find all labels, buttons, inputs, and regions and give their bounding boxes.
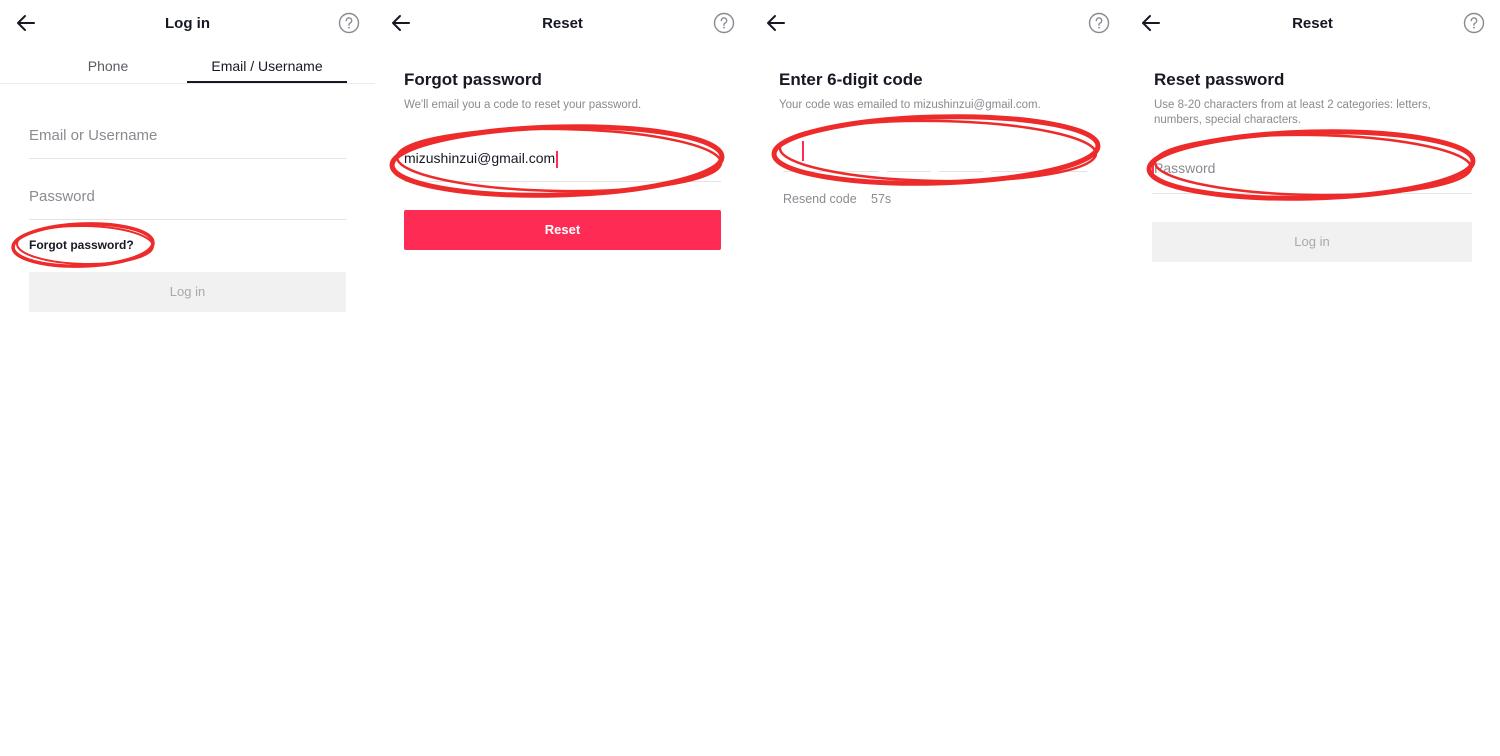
code-digit-5[interactable] [991,138,1035,172]
help-icon[interactable] [1463,12,1485,34]
login-method-tabs: Phone Email / Username [0,52,375,84]
code-digit-1[interactable] [783,138,827,172]
resend-code-link[interactable]: Resend code [783,192,857,206]
new-password-field[interactable]: Password [1152,152,1472,194]
back-arrow-icon[interactable] [764,11,788,35]
forgot-password-screen: Reset Forgot password We'll email you a … [375,0,750,756]
password-placeholder: Password [29,188,95,205]
top-bar: Log in [0,0,375,46]
tab-email-username[interactable]: Email / Username [187,58,347,74]
code-digit-6[interactable] [1043,138,1087,172]
password-placeholder: Password [1154,160,1216,176]
page-title: Reset [1292,15,1333,32]
email-value: mizushinzui@gmail.com [404,150,558,168]
active-tab-indicator [187,81,347,83]
code-digit-2[interactable] [835,138,879,172]
code-digit-4[interactable] [939,138,983,172]
password-field[interactable]: Password [29,176,346,220]
verification-code-screen: Enter 6-digit code Your code was emailed… [750,0,1125,756]
page-heading: Reset password [1154,70,1285,89]
code-input[interactable] [783,138,1093,174]
page-title: Log in [165,15,210,32]
login-button[interactable]: Log in [29,272,346,312]
instruction-text: We'll email you a code to reset your pas… [404,99,642,111]
help-icon[interactable] [713,12,735,34]
top-bar: Reset [375,0,750,46]
tab-phone[interactable]: Phone [28,58,188,74]
login-button[interactable]: Log in [1152,222,1472,262]
email-username-field[interactable]: Email or Username [29,115,346,159]
resend-countdown: 57s [871,192,892,206]
reset-password-screen: Reset Reset password Use 8-20 characters… [1125,0,1500,756]
login-screen: Log in Phone Email / Username Email or U… [0,0,375,756]
text-caret [802,141,804,161]
forgot-password-link[interactable]: Forgot password? [29,238,134,252]
help-icon[interactable] [1088,12,1110,34]
instruction-text: Your code was emailed to mizushinzui@gma… [779,99,1041,111]
page-heading: Enter 6-digit code [779,70,923,89]
top-bar: Reset [1125,0,1500,46]
help-icon[interactable] [338,12,360,34]
code-digit-3[interactable] [887,138,931,172]
text-caret [556,150,558,168]
instruction-text: Use 8-20 characters from at least 2 cate… [1154,99,1431,126]
page-heading: Forgot password [404,70,542,89]
email-value-text: mizushinzui@gmail.com [404,150,556,166]
email-username-placeholder: Email or Username [29,127,158,144]
page-title: Reset [542,15,583,32]
email-field[interactable]: mizushinzui@gmail.com [404,140,721,182]
reset-button[interactable]: Reset [404,210,721,250]
top-bar [750,0,1125,46]
